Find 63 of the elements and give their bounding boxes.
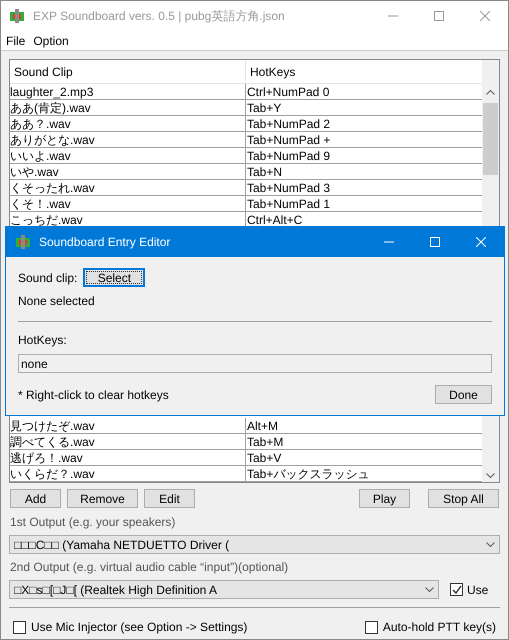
app-icon [15,235,31,249]
column-header[interactable]: HotKeys [246,60,482,83]
status-text: None selected [18,293,96,310]
table-cell: 見つけたぞ.wav [10,418,246,433]
hint-text: * Right-click to clear hotkeys [18,386,169,404]
chevron-down-icon [425,587,434,592]
table-cell-text: Tab+NumPad + [246,132,332,147]
checkbox[interactable] [450,583,463,596]
window-title: EXP Soundboard vers. 0.5 | pubg英語方角.json [33,8,285,25]
table-cell: ああ(肯定).wav [10,100,246,115]
table-cell: laughter_2.mp3 [10,84,246,99]
maximize-icon[interactable] [434,11,444,21]
close-icon[interactable] [480,11,490,21]
button[interactable]: Remove [67,489,138,508]
scroll-down-icon[interactable] [486,473,495,478]
table-cell: くそ！.wav [10,196,246,211]
output-label: 1st Output (e.g. your speakers) [10,514,176,531]
table-cell-text: Tab+NumPad 2 [246,116,332,131]
table-cell-text: Tab+Y [246,100,282,115]
button[interactable]: Play [359,489,410,508]
output-label: 2nd Output (e.g. virtual audio cable “input”)(optional) [10,559,290,576]
button[interactable]: Edit [144,489,195,508]
table-cell: ありがとな.wav [10,132,246,147]
checkbox-label: Auto-hold PTT key(s) [382,619,496,636]
table-cell-text: Tab+バックスラッシュ [246,466,370,481]
table-cell-text: Ctrl+Alt+C [246,212,304,227]
dropdown[interactable]: □X□s□[□J□[ (Realtek High Definition A [9,580,439,599]
checkbox-label: Use Mic Injector (see Option -> Settings) [31,619,248,636]
checkbox[interactable] [13,620,26,634]
select-button[interactable]: Select [83,268,146,287]
table-cell: くそったれ.wav [10,180,246,195]
checkmark-icon [452,584,462,594]
scroll-thumb[interactable] [483,103,498,175]
checkbox[interactable] [364,620,378,634]
hotkeys-field[interactable]: none [18,354,492,373]
button[interactable]: Stop All [428,489,499,508]
chevron-down-icon [486,542,495,547]
scroll-up-icon[interactable] [486,90,495,95]
dialog-title: Soundboard Entry Editor [39,234,170,251]
column-header[interactable]: Sound Clip [10,60,246,83]
table-cell-text: Tab+M [246,434,284,449]
table-cell-text: Ctrl+NumPad 0 [246,84,330,99]
table-cell-text: Tab+N [246,164,284,179]
table-cell-text: Tab+NumPad 3 [246,180,332,195]
table-cell-text: Tab+NumPad 1 [246,196,332,211]
table-cell: いいよ.wav [10,148,246,163]
table-cell: いくらだ？.wav [10,466,246,481]
checkbox-label: Use [467,582,488,598]
menu-item[interactable]: Option [33,32,69,50]
menu-item[interactable]: File [6,32,26,50]
table-cell: いや.wav [10,164,246,179]
field-label: Sound clip: [18,270,78,286]
table-cell: ああ？.wav [10,116,246,131]
done-button[interactable]: Done [435,385,492,404]
table-cell-text: Tab+V [246,450,282,465]
field-label: HotKeys: [18,332,68,349]
app-icon [9,9,25,23]
dropdown[interactable]: □□□C□□ (Yamaha NETDUETTO Driver ( [9,535,500,554]
table-cell-text: Tab+NumPad 9 [246,148,332,163]
table-cell: 調べてくる.wav [10,434,246,449]
table-cell: 逃げろ！.wav [10,450,246,465]
button[interactable]: Add [10,489,61,508]
table-cell-text: Alt+M [246,418,280,433]
